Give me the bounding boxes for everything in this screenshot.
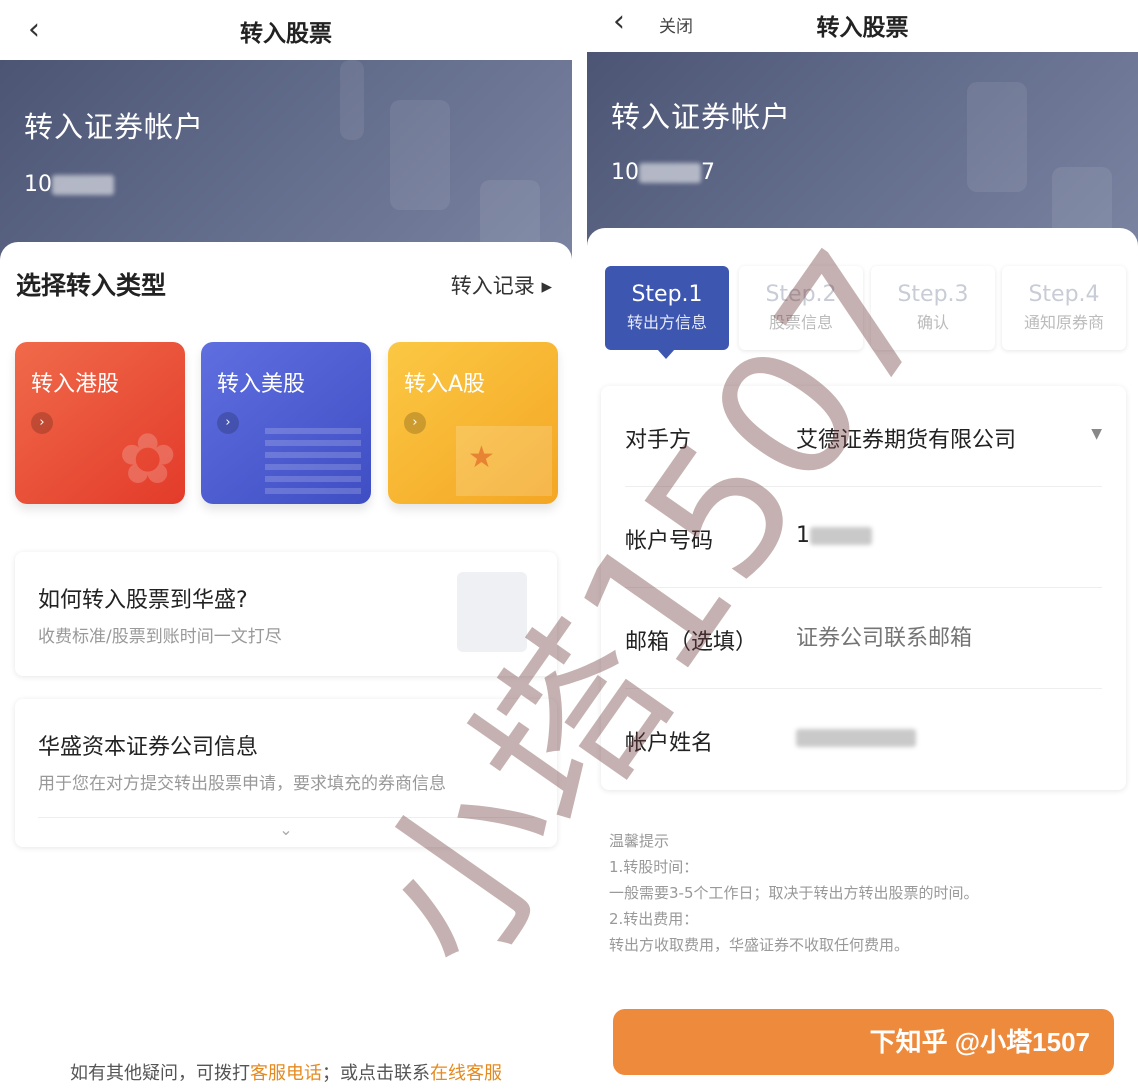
card-label: 转入A股 bbox=[404, 372, 486, 397]
account-prefix: 10 bbox=[24, 172, 52, 197]
account-row: 帐户号码 1 bbox=[625, 487, 1102, 588]
email-input[interactable] bbox=[796, 626, 1096, 651]
decor-cylinder bbox=[340, 60, 364, 140]
nav-bar: ‹ 转入股票 bbox=[0, 0, 572, 60]
content-sheet: 选择转入类型 转入记录 ▸ ✿ 转入港股 › 转入美股 › ★ 转入A股 › 如… bbox=[0, 242, 572, 1089]
tips-line: 2.转出费用： bbox=[609, 910, 699, 928]
page-title: 转入股票 bbox=[240, 21, 332, 47]
transfer-form: 对手方 艾德证券期货有限公司 ▼ 帐户号码 1 邮箱（选填） 帐户姓名 bbox=[601, 386, 1126, 790]
step-3[interactable]: Step.3 确认 bbox=[871, 266, 995, 350]
account-suffix: 7 bbox=[701, 160, 715, 185]
masked-digits bbox=[639, 163, 701, 183]
account-number: 10 bbox=[24, 172, 114, 197]
hero-title: 转入证券帐户 bbox=[611, 100, 792, 134]
nav-bar: ‹ 关闭 转入股票 bbox=[587, 0, 1138, 52]
name-row: 帐户姓名 bbox=[625, 689, 1102, 790]
transfer-a-share-card[interactable]: ★ 转入A股 › bbox=[388, 342, 558, 504]
account-number-field[interactable]: 1 bbox=[796, 523, 872, 548]
step-number: Step.2 bbox=[765, 282, 837, 307]
account-digit: 1 bbox=[796, 523, 810, 548]
screen-right: ‹ 关闭 转入股票 转入证券帐户 10 7 Step.1 转出方信息 Step.2… bbox=[587, 0, 1138, 1089]
tips-line: 转出方收取费用，华盛证券不收取任何费用。 bbox=[609, 936, 910, 954]
chevron-right-icon: › bbox=[217, 412, 239, 434]
field-label: 对手方 bbox=[625, 428, 692, 453]
dropdown-arrow-icon[interactable]: ▼ bbox=[1091, 426, 1102, 442]
tips-line: 一般需要3-5个工作日；取决于转出方转出股票的时间。 bbox=[609, 884, 979, 902]
document-icon bbox=[457, 572, 527, 652]
tips-line: 1.转股时间： bbox=[609, 858, 699, 876]
broker-info-card[interactable]: 华盛资本证券公司信息 用于您在对方提交转出股票申请，要求填充的券商信息 ⌄ bbox=[15, 699, 557, 847]
page-title: 转入股票 bbox=[816, 15, 909, 41]
chevron-right-icon: › bbox=[404, 412, 426, 434]
masked-digits bbox=[52, 175, 114, 195]
step-2[interactable]: Step.2 股票信息 bbox=[739, 266, 863, 350]
tips-section: 温馨提示 1.转股时间： 一般需要3-5个工作日；取决于转出方转出股票的时间。 … bbox=[609, 828, 979, 958]
us-flag-icon bbox=[265, 428, 361, 494]
faq-title: 华盛资本证券公司信息 bbox=[38, 735, 259, 760]
screen-gap bbox=[572, 0, 587, 1089]
online-service-link[interactable]: 在线客服 bbox=[430, 1063, 502, 1084]
decor-cylinder bbox=[390, 100, 450, 210]
field-label: 帐户姓名 bbox=[625, 731, 714, 756]
hero-banner: 转入证券帐户 10 7 bbox=[587, 52, 1138, 252]
email-row: 邮箱（选填） bbox=[625, 588, 1102, 689]
counterparty-select[interactable]: 艾德证券期货有限公司 bbox=[796, 422, 1016, 454]
step-label: 通知原券商 bbox=[1023, 313, 1104, 332]
step-number: Step.1 bbox=[631, 282, 703, 307]
step-number: Step.4 bbox=[1028, 282, 1100, 307]
footer-text: ；或点击联系 bbox=[322, 1063, 430, 1084]
section-title: 选择转入类型 bbox=[16, 271, 167, 300]
decor-cylinder bbox=[967, 82, 1027, 192]
step-number: Step.3 bbox=[897, 282, 969, 307]
card-label: 转入美股 bbox=[217, 372, 306, 397]
bauhinia-icon: ✿ bbox=[118, 418, 177, 500]
account-name-field[interactable] bbox=[796, 725, 916, 750]
chevron-right-icon: › bbox=[31, 412, 53, 434]
footer-text: 如有其他疑问，可拨打 bbox=[70, 1063, 250, 1084]
bottom-bar: 下知乎 @小塔1507 bbox=[587, 997, 1138, 1089]
faq-title: 如何转入股票到华盛? bbox=[38, 588, 248, 613]
star-icon: ★ bbox=[468, 440, 495, 475]
faq-subtitle: 用于您在对方提交转出股票申请，要求填充的券商信息 bbox=[38, 774, 446, 794]
transfer-us-card[interactable]: 转入美股 › bbox=[201, 342, 371, 504]
step-4[interactable]: Step.4 通知原券商 bbox=[1002, 266, 1126, 350]
masked-digits bbox=[810, 527, 872, 545]
cn-flag-icon: ★ bbox=[456, 426, 552, 496]
card-label: 转入港股 bbox=[31, 372, 120, 397]
transfer-hk-card[interactable]: ✿ 转入港股 › bbox=[15, 342, 185, 504]
step-1[interactable]: Step.1 转出方信息 bbox=[605, 266, 729, 359]
counterparty-row[interactable]: 对手方 艾德证券期货有限公司 ▼ bbox=[625, 386, 1102, 487]
hero-banner: 转入证券帐户 10 bbox=[0, 60, 572, 260]
account-prefix: 10 bbox=[611, 160, 639, 185]
step-label: 转出方信息 bbox=[626, 313, 707, 332]
account-number: 10 7 bbox=[611, 160, 715, 185]
step-label: 股票信息 bbox=[768, 313, 833, 332]
footer-help: 如有其他疑问，可拨打客服电话；或点击联系在线客服 bbox=[0, 1059, 572, 1085]
screen-left: ‹ 转入股票 转入证券帐户 10 选择转入类型 转入记录 ▸ ✿ 转入港股 › … bbox=[0, 0, 572, 1089]
chevron-down-icon[interactable]: ⌄ bbox=[15, 820, 557, 839]
field-label: 帐户号码 bbox=[625, 529, 714, 554]
transfer-record-link[interactable]: 转入记录 ▸ bbox=[451, 270, 552, 300]
hero-title: 转入证券帐户 bbox=[24, 110, 205, 144]
field-label: 邮箱（选填） bbox=[625, 630, 758, 655]
content-sheet: Step.1 转出方信息 Step.2 股票信息 Step.3 确认 Step.… bbox=[587, 228, 1138, 1089]
faq-subtitle: 收费标准/股票到账时间一文打尽 bbox=[38, 627, 282, 647]
next-step-button[interactable]: 下知乎 @小塔1507 bbox=[613, 1009, 1114, 1075]
tips-heading: 温馨提示 bbox=[609, 832, 670, 850]
step-label: 确认 bbox=[916, 313, 949, 332]
divider bbox=[38, 817, 534, 818]
faq-how-to-transfer[interactable]: 如何转入股票到华盛? 收费标准/股票到账时间一文打尽 bbox=[15, 552, 557, 676]
masked-name bbox=[796, 729, 916, 747]
customer-service-phone-link[interactable]: 客服电话 bbox=[250, 1063, 322, 1084]
